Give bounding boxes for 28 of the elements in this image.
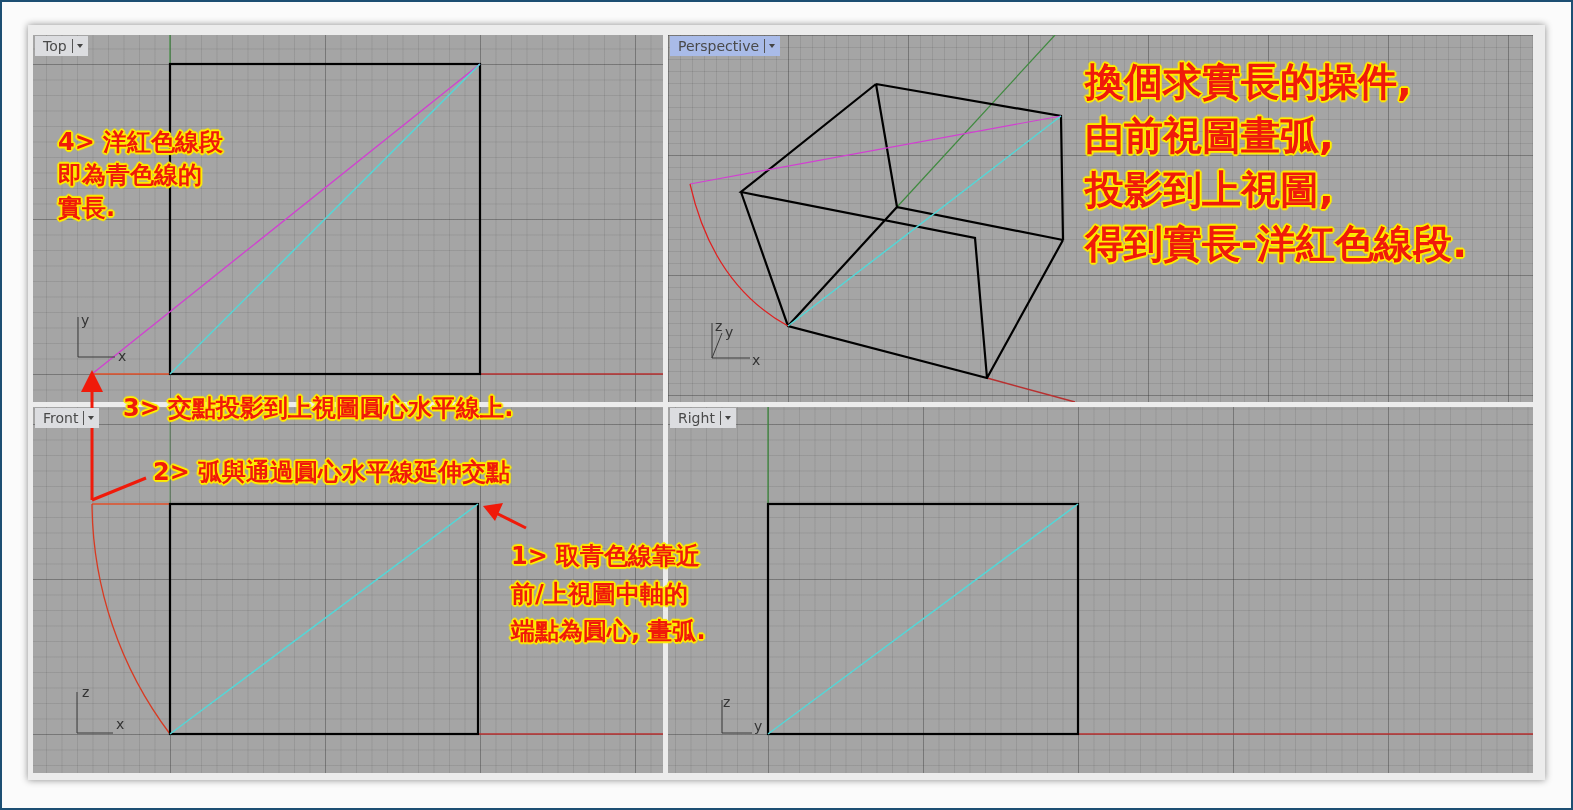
dropdown-caret-icon[interactable]	[71, 39, 84, 53]
dropdown-caret-icon[interactable]	[719, 411, 732, 425]
arrow	[483, 503, 527, 530]
dropdown-caret-icon[interactable]	[764, 39, 777, 53]
axis-label: x	[118, 348, 127, 364]
axis-icon	[77, 316, 116, 358]
viewport-tab[interactable]: Front	[35, 408, 100, 428]
axis-label: z	[723, 694, 731, 710]
viewport-tab[interactable]: Right	[670, 408, 736, 428]
axis-label: z	[715, 318, 723, 334]
axis-icon	[76, 691, 114, 734]
annotation-text: 3> 交點投影到上視圖圓心水平線上.	[123, 393, 514, 424]
leader-line	[91, 476, 147, 502]
viewport-tab[interactable]: Top	[35, 36, 88, 56]
annotation-text: 換個求實長的操件, 由前視圖畫弧, 投影到上視圖, 得到實長-洋紅色線段.	[1085, 58, 1467, 268]
annotation-text: 1> 取青色線靠近 前/上視圖中軸的 端點為圓心, 畫弧.	[511, 541, 706, 647]
axis-label: x	[752, 352, 761, 368]
axis-label: y	[754, 718, 763, 734]
axis-label: y	[725, 324, 734, 340]
dropdown-caret-icon[interactable]	[83, 411, 96, 425]
viewport-tab[interactable]: Perspective	[670, 36, 781, 56]
annotation-text: 2> 弧與通過圓心水平線延伸交點	[153, 457, 511, 488]
axis-icon	[721, 699, 753, 734]
axis-icon	[711, 322, 751, 359]
axis-line	[169, 35, 171, 65]
axis-label: y	[81, 312, 90, 328]
axis-label: x	[116, 716, 125, 732]
axis-label: z	[82, 684, 90, 700]
